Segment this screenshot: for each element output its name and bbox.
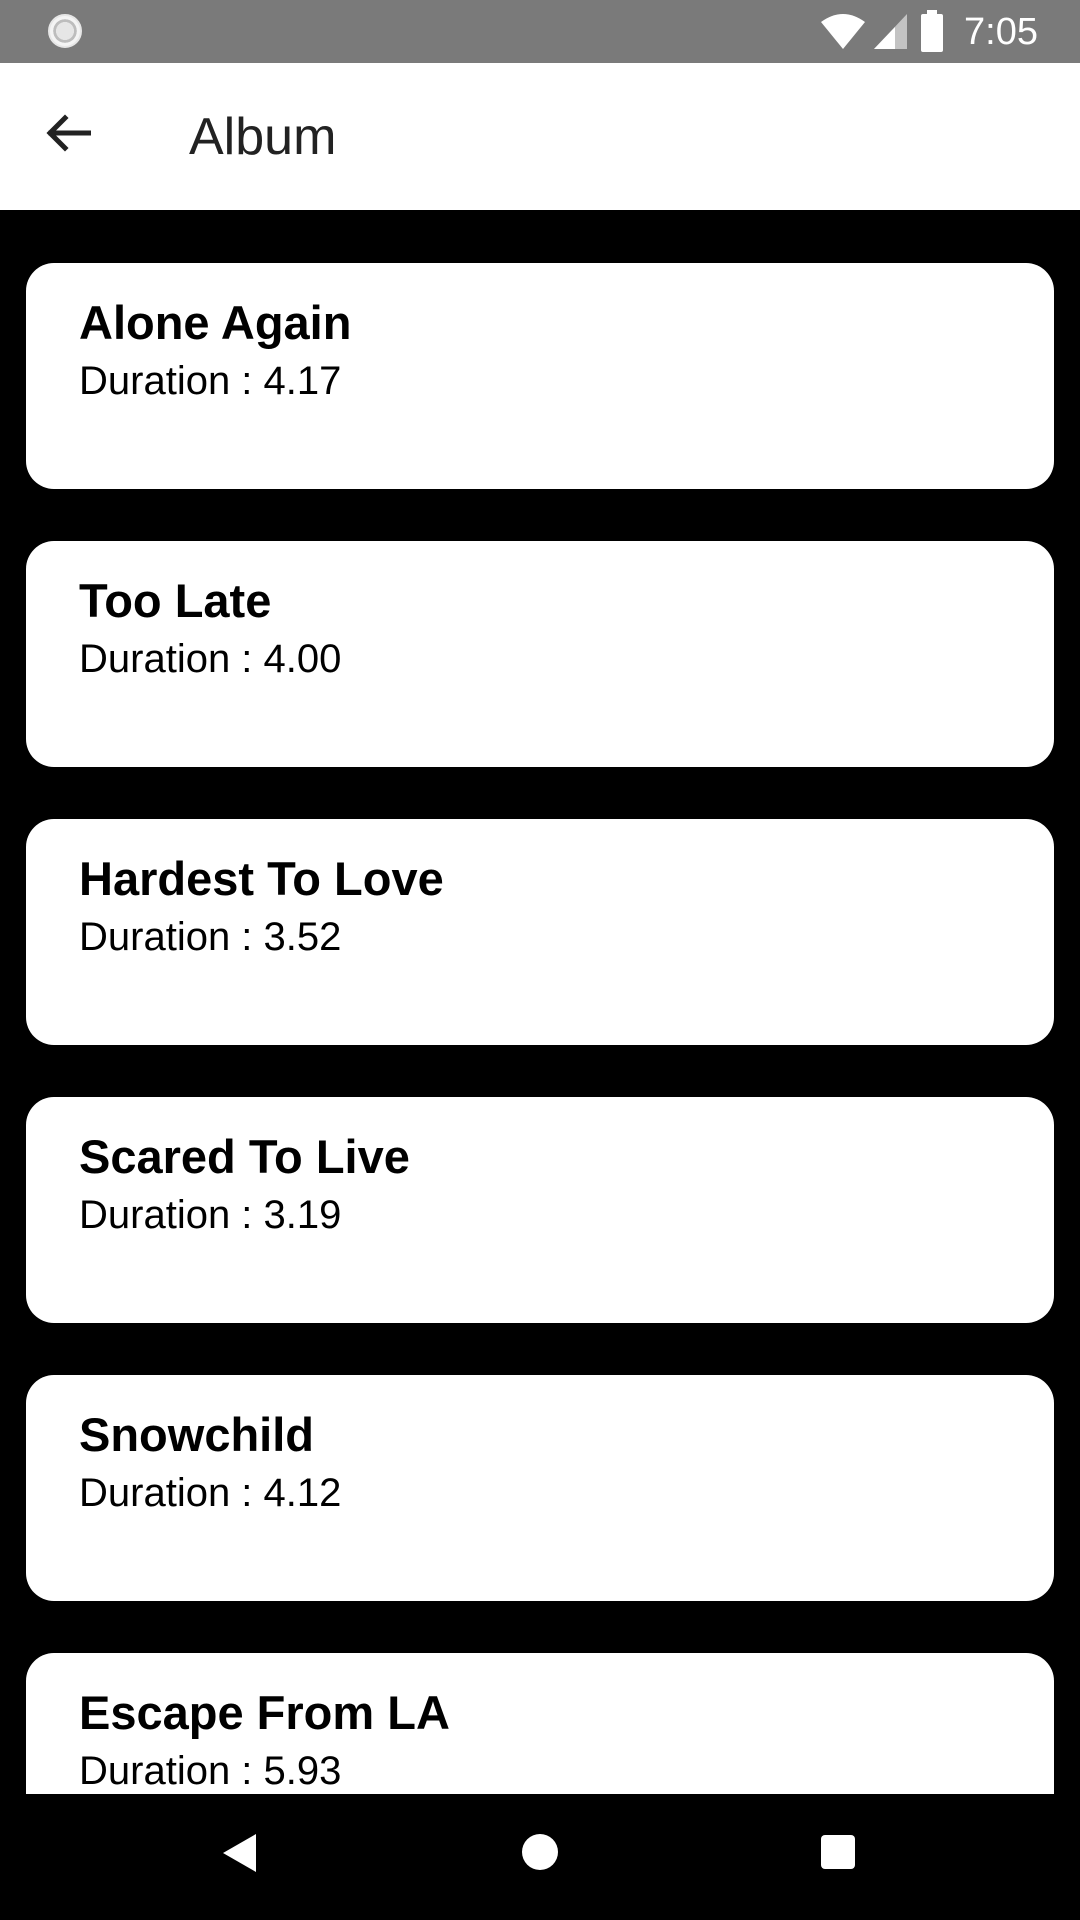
track-card[interactable]: Too Late Duration : 4.00 bbox=[26, 541, 1054, 767]
nav-home-icon[interactable] bbox=[522, 1834, 558, 1870]
track-duration: Duration : 4.17 bbox=[79, 359, 342, 403]
track-duration: Duration : 4.00 bbox=[79, 637, 342, 681]
track-title: Alone Again bbox=[79, 296, 352, 349]
signal-icon bbox=[874, 14, 907, 49]
track-title: Hardest To Love bbox=[79, 852, 444, 905]
track-card[interactable]: Scared To Live Duration : 3.19 bbox=[26, 1097, 1054, 1323]
track-title: Too Late bbox=[79, 574, 272, 627]
track-duration: Duration : 4.12 bbox=[79, 1471, 342, 1515]
nav-recents-icon[interactable] bbox=[821, 1835, 855, 1869]
loading-icon bbox=[48, 14, 82, 48]
status-icons: 7:05 bbox=[820, 0, 1080, 63]
track-list[interactable]: Alone Again Duration : 4.17 Too Late Dur… bbox=[0, 210, 1080, 1794]
nav-back-icon[interactable] bbox=[222, 1833, 258, 1873]
status-bar: 7:05 bbox=[0, 0, 1080, 63]
track-card[interactable]: Hardest To Love Duration : 3.52 bbox=[26, 819, 1054, 1045]
back-button[interactable] bbox=[28, 93, 108, 173]
page-title: Album bbox=[189, 108, 337, 166]
wifi-icon bbox=[821, 14, 865, 49]
track-card[interactable]: Escape From LA Duration : 5.93 bbox=[26, 1653, 1054, 1794]
track-duration: Duration : 3.19 bbox=[79, 1193, 342, 1237]
battery-icon bbox=[921, 10, 943, 52]
track-title: Scared To Live bbox=[79, 1130, 410, 1183]
arrow-back-icon bbox=[46, 114, 91, 152]
track-card[interactable]: Alone Again Duration : 4.17 bbox=[26, 263, 1054, 489]
track-card[interactable]: Snowchild Duration : 4.12 bbox=[26, 1375, 1054, 1601]
status-time: 7:05 bbox=[964, 11, 1038, 53]
track-duration: Duration : 5.93 bbox=[79, 1749, 342, 1793]
track-duration: Duration : 3.52 bbox=[79, 915, 342, 959]
app-bar: Album bbox=[0, 63, 1080, 210]
track-title: Snowchild bbox=[79, 1408, 314, 1461]
navigation-bar bbox=[0, 1794, 1080, 1920]
track-title: Escape From LA bbox=[79, 1686, 450, 1739]
